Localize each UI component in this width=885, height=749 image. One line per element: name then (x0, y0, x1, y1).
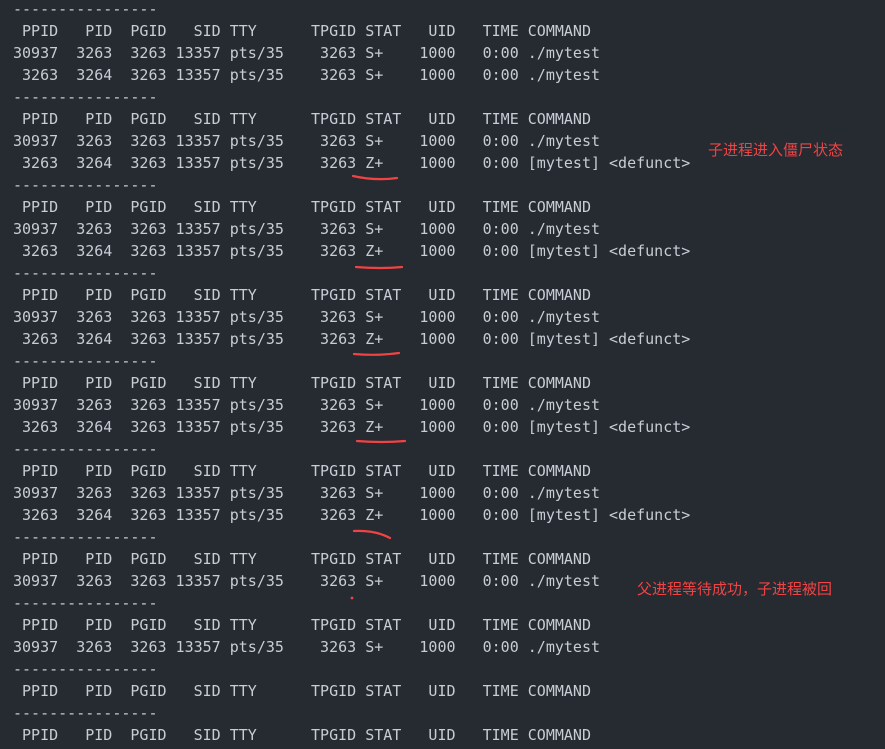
terminal-line: 30937 3263 3263 13357 pts/35 3263 S+ 100… (13, 484, 600, 502)
terminal-line: 3263 3264 3263 13357 pts/35 3263 Z+ 1000… (13, 506, 691, 524)
terminal-line: PPID PID PGID SID TTY TPGID STAT UID TIM… (13, 22, 591, 40)
terminal-line: PPID PID PGID SID TTY TPGID STAT UID TIM… (13, 286, 591, 304)
terminal-line: PPID PID PGID SID TTY TPGID STAT UID TIM… (13, 374, 591, 392)
terminal-line: 3263 3264 3263 13357 pts/35 3263 Z+ 1000… (13, 330, 691, 348)
terminal-output[interactable]: ---------------- PPID PID PGID SID TTY T… (0, 0, 885, 749)
terminal-line: ---------------- (13, 264, 158, 282)
terminal-line: 30937 3263 3263 13357 pts/35 3263 S+ 100… (13, 396, 600, 414)
terminal-line: ---------------- (13, 176, 158, 194)
red-underline (352, 529, 392, 540)
terminal-line: ---------------- (13, 352, 158, 370)
terminal-line: 30937 3263 3263 13357 pts/35 3263 S+ 100… (13, 44, 600, 62)
terminal-line: 3263 3264 3263 13357 pts/35 3263 Z+ 1000… (13, 242, 691, 260)
terminal-line: 30937 3263 3263 13357 pts/35 3263 S+ 100… (13, 572, 600, 590)
red-underline (351, 174, 399, 181)
red-dot (350, 596, 354, 600)
terminal-line: 3263 3264 3263 13357 pts/35 3263 S+ 1000… (13, 66, 600, 84)
terminal-line: ---------------- (13, 704, 158, 722)
terminal-line: PPID PID PGID SID TTY TPGID STAT UID TIM… (13, 110, 591, 128)
terminal-line: ---------------- (13, 440, 158, 458)
terminal-line: PPID PID PGID SID TTY TPGID STAT UID TIM… (13, 616, 591, 634)
terminal-line: PPID PID PGID SID TTY TPGID STAT UID TIM… (13, 550, 591, 568)
terminal-line: PPID PID PGID SID TTY TPGID STAT UID TIM… (13, 726, 591, 744)
terminal-line: PPID PID PGID SID TTY TPGID STAT UID TIM… (13, 462, 591, 480)
terminal-line: ---------------- (13, 660, 158, 678)
red-underline (355, 439, 407, 444)
terminal-line: PPID PID PGID SID TTY TPGID STAT UID TIM… (13, 198, 591, 216)
zombie-state-annotation: 子进程进入僵尸状态 (708, 141, 844, 159)
terminal-line: 30937 3263 3263 13357 pts/35 3263 S+ 100… (13, 638, 600, 656)
terminal-line: PPID PID PGID SID TTY TPGID STAT UID TIM… (13, 682, 591, 700)
reaped-annotation: 父进程等待成功，子进程被回 (637, 580, 833, 598)
red-underline (354, 265, 404, 270)
terminal-line: ---------------- (13, 594, 158, 612)
terminal-line: ---------------- (13, 0, 158, 18)
terminal-line: 3263 3264 3263 13357 pts/35 3263 Z+ 1000… (13, 418, 691, 436)
terminal-line: ---------------- (13, 88, 158, 106)
terminal-line: 30937 3263 3263 13357 pts/35 3263 S+ 100… (13, 308, 600, 326)
terminal-line: 30937 3263 3263 13357 pts/35 3263 S+ 100… (13, 132, 600, 150)
red-underline (352, 351, 401, 356)
terminal-line: ---------------- (13, 528, 158, 546)
terminal-line: 3263 3264 3263 13357 pts/35 3263 Z+ 1000… (13, 154, 691, 172)
terminal-line: 30937 3263 3263 13357 pts/35 3263 S+ 100… (13, 220, 600, 238)
